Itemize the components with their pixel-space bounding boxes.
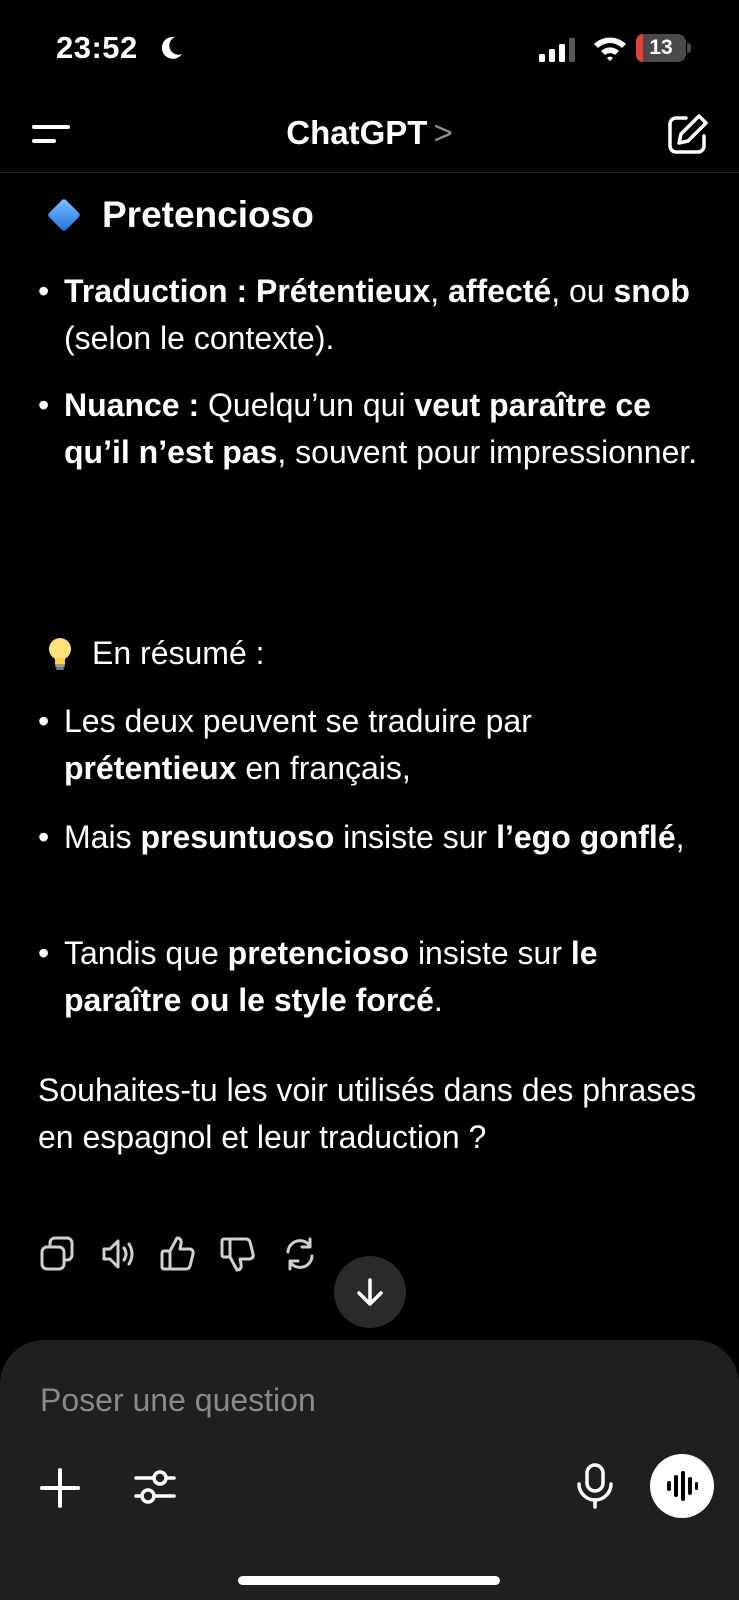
bullet-bold: Traduction : Prétentieux (64, 273, 431, 309)
copy-icon[interactable] (38, 1234, 78, 1274)
bullet-text: , (430, 273, 449, 309)
bullet-text: Quelqu’un qui (199, 387, 415, 423)
list-item: • Mais presuntuoso insiste sur l’ego gon… (38, 819, 685, 855)
status-bar: 23:52 13 (0, 0, 739, 100)
blue-diamond-icon (47, 198, 81, 232)
bullet-text: , (675, 819, 685, 855)
bullet-text: ou (560, 273, 614, 309)
summary-heading: En résumé : (46, 635, 265, 672)
arrow-down-icon (357, 1278, 383, 1306)
bullet-bold: Nuance : (64, 387, 200, 423)
scroll-down-button[interactable] (334, 1256, 406, 1328)
nav-bar: ChatGPT > (0, 100, 739, 173)
bullet-text: Mais (64, 819, 141, 855)
voice-mode-button[interactable] (650, 1454, 714, 1518)
regenerate-icon[interactable] (280, 1234, 320, 1274)
bullet-bold: pretencioso (227, 935, 410, 971)
list-item: • Les deux peuvent se traduire par préte… (38, 703, 532, 786)
bullet-text: Tandis que (64, 935, 228, 971)
bullet-bold: affecté (448, 273, 552, 309)
bullet-text: . (433, 982, 443, 1018)
summary-label: En résumé : (92, 635, 265, 671)
thumbs-up-icon[interactable] (158, 1234, 198, 1274)
voice-wave-icon (667, 1471, 698, 1501)
closing-question: Souhaites-tu les voir utilisés dans des … (38, 1072, 697, 1155)
sliders-icon[interactable] (132, 1464, 178, 1510)
thumbs-down-icon[interactable] (218, 1234, 258, 1274)
section-heading: Pretencioso (46, 194, 314, 236)
bullet-bold: snob (613, 273, 690, 309)
bullet-text: en français, (236, 750, 411, 786)
bullet-bold: prétentieux (64, 750, 237, 786)
model-selector[interactable]: ChatGPT > (0, 114, 739, 152)
new-chat-icon[interactable] (664, 112, 710, 158)
list-item: • Tandis que pretencioso insiste sur le … (38, 935, 598, 1018)
chevron-right-icon: > (433, 114, 453, 151)
lightbulb-icon (49, 637, 71, 670)
bullet-text: Les deux peuvent se traduire par (64, 703, 532, 739)
page-title: ChatGPT (286, 114, 428, 151)
bullet-bold: presuntuoso (140, 819, 335, 855)
bullet-text: (selon le contexte). (64, 320, 335, 356)
cellular-signal-icon (539, 38, 575, 62)
home-indicator (238, 1576, 500, 1585)
bullet-text: , (551, 273, 561, 309)
bullet-text: , souvent pour impressionner. (277, 434, 698, 470)
composer (0, 1340, 739, 1600)
message-input[interactable] (38, 1374, 642, 1426)
heading-text: Pretencioso (102, 194, 314, 235)
speaker-icon[interactable] (98, 1234, 138, 1274)
list-item: • Nuance : Quelqu’un qui veut paraître c… (38, 387, 698, 470)
plus-icon[interactable] (38, 1466, 82, 1510)
battery-level: 13 (649, 36, 673, 59)
wifi-icon (594, 37, 626, 61)
bullet-text: insiste sur (334, 819, 497, 855)
microphone-icon[interactable] (574, 1462, 616, 1510)
moon-icon (161, 36, 182, 59)
battery-indicator: 13 (636, 34, 692, 62)
bullet-bold: l’ego gonflé (496, 819, 676, 855)
status-time: 23:52 (56, 30, 138, 65)
list-item: • Traduction : Prétentieux, affecté, ou … (38, 273, 690, 356)
bullet-text: insiste sur (409, 935, 571, 971)
